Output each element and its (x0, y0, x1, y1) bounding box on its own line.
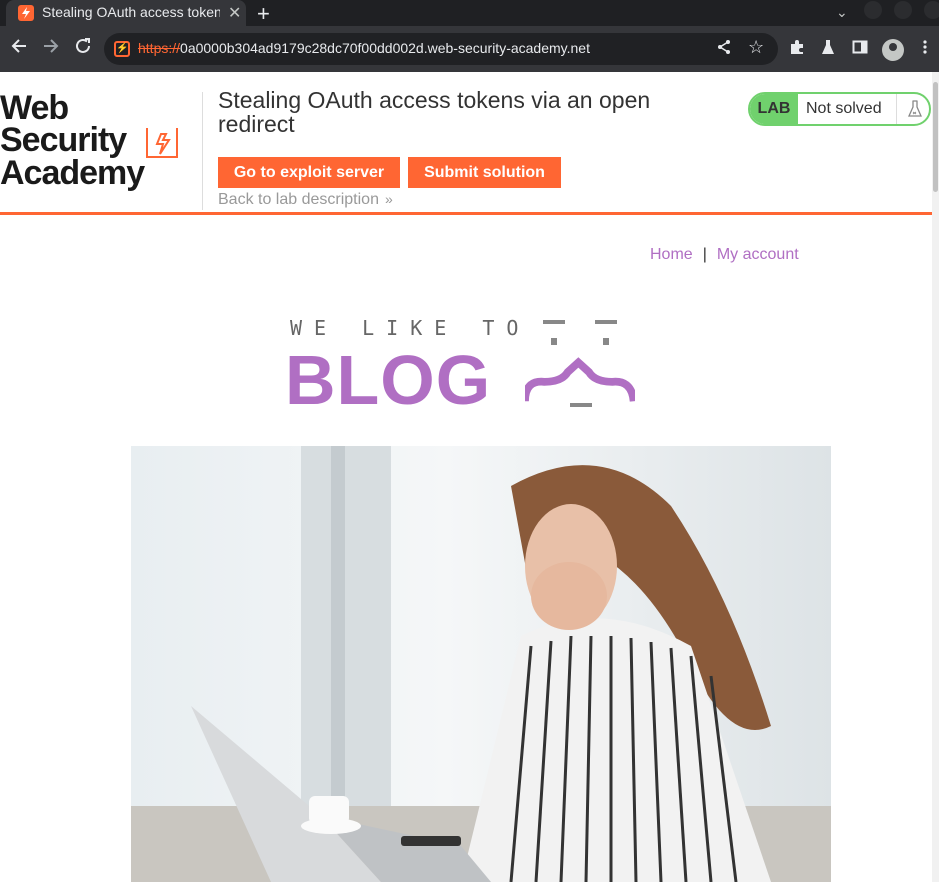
profile-icon[interactable] (882, 39, 904, 61)
blog-tagline: WE LIKE TO (290, 316, 531, 340)
tab-close-icon[interactable]: ✕ (228, 3, 241, 23)
lab-title: Stealing OAuth access tokens via an open… (218, 87, 651, 137)
page-scrollbar[interactable] (932, 72, 939, 882)
reload-icon[interactable] (74, 37, 92, 61)
star-icon[interactable]: ☆ (748, 37, 764, 58)
flask-icon[interactable] (820, 39, 836, 60)
url-text[interactable]: https://0a0000b304ad9179c28dc70f00dd002d… (138, 40, 590, 56)
my-account-link[interactable]: My account (717, 246, 799, 263)
submit-solution-button[interactable]: Submit solution (408, 157, 561, 188)
menu-icon[interactable] (922, 39, 928, 60)
web-security-academy-logo[interactable]: Web Security Academy (0, 91, 200, 192)
window-close-button[interactable] (924, 1, 939, 19)
url-protocol: https:// (138, 40, 181, 56)
blog-logo: WE LIKE TO BLOG (285, 312, 645, 419)
lab-status-text: Not solved (806, 100, 882, 117)
back-arrow-icon[interactable] (10, 37, 28, 61)
forward-arrow-icon[interactable] (42, 37, 60, 61)
browser-toolbar: ⚡ https://0a0000b304ad9179c28dc70f00dd00… (0, 26, 939, 72)
blog-title: BLOG (285, 341, 492, 419)
sidebar-icon[interactable] (852, 39, 868, 60)
blog-hero-image[interactable] (131, 446, 831, 882)
chevron-right-icon: » (384, 191, 393, 207)
lab-header: Web Security Academy Stealing OAuth acce… (0, 72, 932, 215)
window-minimize-button[interactable] (864, 1, 882, 19)
tab-search-chevron-icon[interactable]: ⌄ (836, 4, 848, 21)
page-content: Web Security Academy Stealing OAuth acce… (0, 72, 932, 882)
top-navigation: Home | My account (650, 246, 799, 264)
back-to-description-link[interactable]: Back to lab description » (218, 191, 393, 209)
address-bar[interactable]: ⚡ https://0a0000b304ad9179c28dc70f00dd00… (104, 33, 778, 65)
tab-title: Stealing OAuth access tokens via an open… (42, 4, 220, 20)
home-link[interactable]: Home (650, 246, 693, 263)
logo-bolt-icon (146, 128, 178, 158)
browser-tab-bar: Stealing OAuth access tokens via an open… (0, 0, 939, 26)
blog-face-icon (525, 320, 635, 407)
browser-tab[interactable]: Stealing OAuth access tokens via an open… (6, 0, 246, 26)
new-tab-button[interactable]: + (257, 1, 270, 27)
window-maximize-button[interactable] (894, 1, 912, 19)
exploit-server-button[interactable]: Go to exploit server (218, 157, 400, 188)
nav-separator: | (702, 246, 707, 263)
share-icon[interactable] (716, 39, 732, 60)
lab-flask-icon (896, 94, 929, 124)
logo-line-2: Academy (0, 154, 145, 192)
header-divider (202, 92, 203, 210)
back-link-label: Back to lab description (218, 191, 379, 208)
extensions-icon[interactable] (789, 39, 805, 60)
url-host: 0a0000b304ad9179c28dc70f00dd002d.web-sec… (180, 40, 590, 56)
tab-favicon-icon (18, 5, 34, 21)
not-secure-icon[interactable]: ⚡ (114, 41, 130, 57)
scrollbar-thumb[interactable] (933, 82, 938, 192)
lab-badge: LAB (750, 94, 798, 124)
lab-status-widget: LAB Not solved (748, 92, 931, 126)
